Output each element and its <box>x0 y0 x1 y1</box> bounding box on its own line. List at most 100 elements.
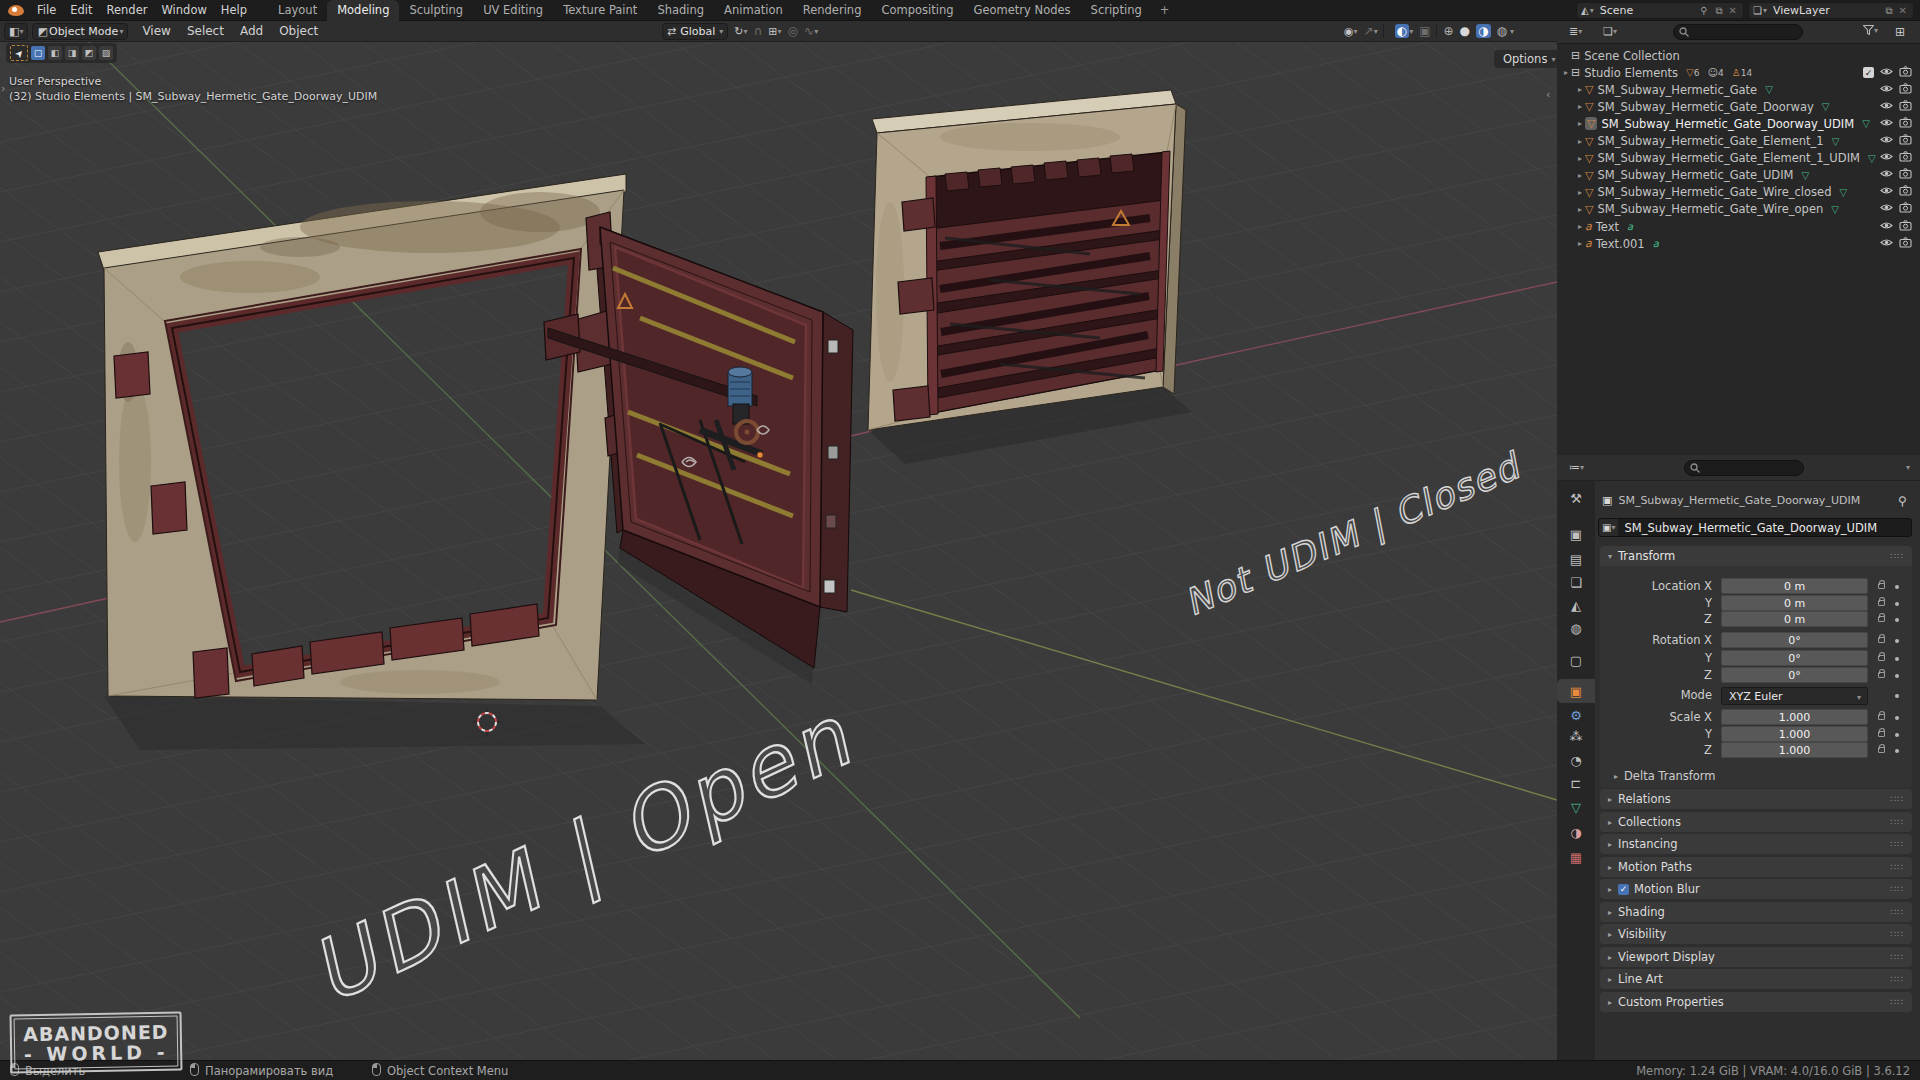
collection-checkbox[interactable]: ✓ <box>1863 67 1874 78</box>
new-collection-icon[interactable]: ⊞ <box>1895 25 1905 39</box>
hide-eye-icon[interactable] <box>1880 151 1893 165</box>
outliner-row-text-001[interactable]: ▸aText.001a <box>1557 235 1920 252</box>
transform-row-rotation-x[interactable]: Rotation X0° <box>1598 632 1916 648</box>
scene-name[interactable]: Scene <box>1597 4 1696 17</box>
collection-properties-tab[interactable]: ▢ <box>1557 648 1595 672</box>
show-object-types-icon[interactable]: ◉▾ <box>1344 25 1358 38</box>
hermetic-gate-closed-mesh[interactable] <box>868 90 1186 430</box>
viewport-menu-object[interactable]: Object <box>271 24 326 38</box>
hide-eye-icon[interactable] <box>1880 117 1893 131</box>
hide-eye-icon[interactable] <box>1880 220 1893 234</box>
close-icon[interactable]: ✕ <box>1729 5 1737 16</box>
constraints-properties-tab[interactable]: ⊏ <box>1557 771 1595 795</box>
outliner-row-scene-collection[interactable]: ⊟Scene Collection <box>1557 47 1920 64</box>
transform-row-loc-rot-z-5[interactable]: Z0° <box>1598 667 1916 683</box>
pin-icon[interactable]: ⚲ <box>1700 5 1707 16</box>
disable-render-icon[interactable] <box>1899 237 1912 251</box>
tab-uv-editing[interactable]: UV Editing <box>473 0 553 21</box>
tab-texture-paint[interactable]: Texture Paint <box>553 0 647 21</box>
object-name-field[interactable]: ▣▾SM_Subway_Hermetic_Gate_Doorway_UDIM <box>1598 518 1912 537</box>
output-properties-tab[interactable]: ▤ <box>1557 547 1595 571</box>
view-layer-name[interactable]: ViewLayer <box>1770 4 1881 17</box>
overlays-icon[interactable]: ◐▾ <box>1395 24 1414 38</box>
outliner-row-studio-elements[interactable]: ▸⊟Studio Elements▽6☺4♙14✓ <box>1557 64 1920 81</box>
select-tool-button[interactable]: ➤ <box>10 45 28 61</box>
filter-funnel-icon[interactable]: ▾ <box>1863 25 1878 35</box>
hide-eye-icon[interactable] <box>1880 168 1893 182</box>
hide-eye-icon[interactable] <box>1880 66 1893 80</box>
menu-render[interactable]: Render <box>100 0 155 21</box>
pivot-point-icon[interactable]: ↻▾ <box>734 25 747 38</box>
section-relations[interactable]: ▸Relations∷∷ <box>1600 789 1912 809</box>
tab-modeling[interactable]: Modeling <box>327 0 399 21</box>
tool-properties-tab[interactable]: ⚒ <box>1557 486 1595 510</box>
transform-row-loc-rot-y-1[interactable]: Y0 m <box>1598 595 1916 611</box>
disable-render-icon[interactable] <box>1899 185 1912 199</box>
outliner-row-sm-subway-hermetic-gate-wire-open[interactable]: ▸▽SM_Subway_Hermetic_Gate_Wire_open▽ <box>1557 201 1920 218</box>
tab-shading[interactable]: Shading <box>647 0 714 21</box>
particles-properties-tab[interactable]: ⁂ <box>1557 724 1595 748</box>
hide-eye-icon[interactable] <box>1880 134 1893 148</box>
tab-geometry-nodes[interactable]: Geometry Nodes <box>964 0 1081 21</box>
copy-icon[interactable]: ⧉ <box>1715 5 1722 17</box>
disable-render-icon[interactable] <box>1899 117 1912 131</box>
hide-eye-icon[interactable] <box>1880 83 1893 97</box>
shading-wireframe-icon[interactable]: ⊕ <box>1444 24 1454 38</box>
select-mode-subtract[interactable]: ◨ <box>65 46 79 60</box>
options-button[interactable]: Options▾ <box>1494 50 1564 68</box>
proportional-editing-icon[interactable]: ◎ <box>788 24 798 38</box>
tab-compositing[interactable]: Compositing <box>871 0 963 21</box>
scene-selector[interactable]: ◭▾ Scene ⚲ ⧉ ✕ <box>1576 2 1744 19</box>
snap-magnet-icon[interactable]: ∩ <box>754 24 763 38</box>
view-layer-properties-tab[interactable]: ❏ <box>1557 570 1595 594</box>
select-mode-invert[interactable]: ◩ <box>82 46 96 60</box>
outliner-row-sm-subway-hermetic-gate-udim[interactable]: ▸▽SM_Subway_Hermetic_Gate_UDIM▽ <box>1557 167 1920 184</box>
section-shading[interactable]: ▸Shading∷∷ <box>1600 902 1912 922</box>
menu-help[interactable]: Help <box>214 0 254 21</box>
motion-blur-checkbox[interactable]: ✓ <box>1618 884 1629 895</box>
section-instancing[interactable]: ▸Instancing∷∷ <box>1600 834 1912 854</box>
section-motion-blur[interactable]: ▸✓Motion Blur∷∷ <box>1600 879 1912 899</box>
disable-render-icon[interactable] <box>1899 134 1912 148</box>
pin-icon[interactable]: ⚲ <box>1898 494 1907 508</box>
copy-icon[interactable]: ⧉ <box>1885 5 1892 17</box>
shading-solid-icon[interactable]: ● <box>1460 24 1470 38</box>
object-properties-tab[interactable]: ▣ <box>1557 679 1595 703</box>
outliner-filter-type-icon[interactable]: ❏▾ <box>1603 25 1617 38</box>
xray-icon[interactable]: ▣ <box>1419 24 1430 38</box>
shading-material-icon[interactable]: ◑ <box>1476 24 1490 38</box>
outliner-row-sm-subway-hermetic-gate-doorway[interactable]: ▸▽SM_Subway_Hermetic_Gate_Doorway▽ <box>1557 98 1920 115</box>
view-layer-selector[interactable]: ❏▾ ViewLayer ⧉ ✕ <box>1748 2 1914 19</box>
tab-animation[interactable]: Animation <box>714 0 793 21</box>
physics-properties-tab[interactable]: ◔ <box>1557 748 1595 772</box>
hide-eye-icon[interactable] <box>1880 185 1893 199</box>
transform-row-scale-z-9[interactable]: Z1.000 <box>1598 742 1916 758</box>
add-workspace-button[interactable]: + <box>1152 0 1178 21</box>
outliner-display-mode[interactable]: ≣▾ <box>1569 25 1582 38</box>
texture-properties-tab[interactable]: ▦ <box>1557 845 1595 869</box>
select-mode-set[interactable]: ▢ <box>31 46 45 60</box>
viewport-menu-select[interactable]: Select <box>179 24 232 38</box>
section-motion-paths[interactable]: ▸Motion Paths∷∷ <box>1600 857 1912 877</box>
transform-row-loc-rot-z-2[interactable]: Z0 m <box>1598 611 1916 627</box>
editor-type-selector[interactable]: ◧▾ <box>4 23 28 40</box>
section-visibility[interactable]: ▸Visibility∷∷ <box>1600 924 1912 944</box>
section-line-art[interactable]: ▸Line Art∷∷ <box>1600 969 1912 989</box>
outliner-row-sm-subway-hermetic-gate-element-1[interactable]: ▸▽SM_Subway_Hermetic_Gate_Element_1▽ <box>1557 133 1920 150</box>
world-properties-tab[interactable]: ◍ <box>1557 616 1595 640</box>
gizmos-icon[interactable]: ↗▾ <box>1364 24 1378 38</box>
shading-rendered-icon[interactable]: ◍ <box>1497 24 1507 38</box>
transform-row-scale-x[interactable]: Scale X1.000 <box>1598 709 1916 725</box>
select-mode-intersect[interactable]: ▨ <box>99 46 113 60</box>
transform-row-location-x[interactable]: Location X0 m <box>1598 578 1916 594</box>
tab-layout[interactable]: Layout <box>268 0 327 21</box>
sidebar-collapse-arrow[interactable]: ‹ <box>1546 88 1550 101</box>
render-properties-tab[interactable]: ▣ <box>1557 522 1595 546</box>
section-collections[interactable]: ▸Collections∷∷ <box>1600 812 1912 832</box>
hide-eye-icon[interactable] <box>1880 100 1893 114</box>
close-icon[interactable]: ✕ <box>1899 5 1907 16</box>
properties-search[interactable] <box>1684 460 1804 476</box>
viewport-menu-view[interactable]: View <box>134 24 178 38</box>
outliner-row-sm-subway-hermetic-gate-doorway-udim[interactable]: ▸▽SM_Subway_Hermetic_Gate_Doorway_UDIM▽ <box>1557 115 1920 132</box>
viewport-menu-add[interactable]: Add <box>232 24 271 38</box>
